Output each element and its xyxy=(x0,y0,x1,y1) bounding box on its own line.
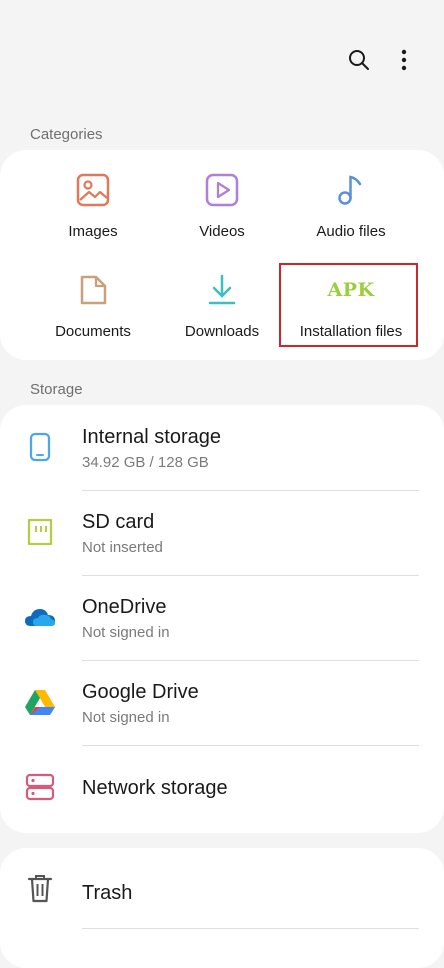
storage-item-subtitle: 34.92 GB / 128 GB xyxy=(82,454,209,471)
trash-title: Trash xyxy=(82,882,133,904)
document-icon xyxy=(73,270,113,310)
music-note-icon xyxy=(331,170,371,210)
download-icon xyxy=(202,270,242,310)
apk-icon-text: APK xyxy=(327,279,375,301)
storage-card: Internal storage 34.92 GB / 128 GB SD ca… xyxy=(0,405,444,833)
category-label: Documents xyxy=(55,323,131,340)
storage-item-google-drive[interactable]: Google Drive Not signed in xyxy=(0,660,444,745)
phone-icon xyxy=(22,429,58,465)
divider xyxy=(82,928,419,929)
storage-item-title: Google Drive xyxy=(82,681,199,703)
category-downloads[interactable]: Downloads xyxy=(157,250,287,350)
trash-icon xyxy=(22,870,58,906)
apk-icon: APK xyxy=(327,270,374,310)
storage-item-title: OneDrive xyxy=(82,596,167,618)
category-videos[interactable]: Videos xyxy=(157,150,287,250)
video-icon xyxy=(202,170,242,210)
storage-item-title: Network storage xyxy=(82,777,228,799)
categories-heading: Categories xyxy=(30,126,103,143)
storage-heading: Storage xyxy=(30,381,83,398)
search-icon[interactable] xyxy=(343,44,375,76)
more-options-icon[interactable] xyxy=(388,44,420,76)
onedrive-icon xyxy=(22,599,58,635)
category-audio-files[interactable]: Audio files xyxy=(286,150,416,250)
category-label: Audio files xyxy=(316,223,386,240)
storage-item-internal[interactable]: Internal storage 34.92 GB / 128 GB xyxy=(0,405,444,490)
category-label: Downloads xyxy=(184,323,260,340)
trash-item[interactable]: Trash xyxy=(0,848,444,933)
storage-item-subtitle: Not signed in xyxy=(82,624,170,641)
storage-item-onedrive[interactable]: OneDrive Not signed in xyxy=(0,575,444,660)
sd-card-icon xyxy=(22,514,58,550)
server-icon xyxy=(22,769,58,805)
image-icon xyxy=(73,170,113,210)
trash-card: Trash xyxy=(0,848,444,968)
category-images[interactable]: Images xyxy=(28,150,158,250)
category-installation-files[interactable]: APK Installation files xyxy=(286,250,416,350)
category-label: Installation files xyxy=(299,323,403,340)
category-documents[interactable]: Documents xyxy=(28,250,158,350)
top-app-bar xyxy=(0,0,444,120)
category-label: Images xyxy=(68,223,118,240)
storage-item-subtitle: Not signed in xyxy=(82,709,170,726)
storage-item-subtitle: Not inserted xyxy=(82,539,163,556)
storage-item-title: SD card xyxy=(82,511,155,533)
storage-item-network[interactable]: Network storage xyxy=(0,745,444,830)
category-label: Videos xyxy=(199,223,245,240)
google-drive-icon xyxy=(22,684,58,720)
categories-card: Images Videos Audio files Documents Down… xyxy=(0,150,444,360)
storage-item-sd-card[interactable]: SD card Not inserted xyxy=(0,490,444,575)
storage-item-title: Internal storage xyxy=(82,426,221,448)
